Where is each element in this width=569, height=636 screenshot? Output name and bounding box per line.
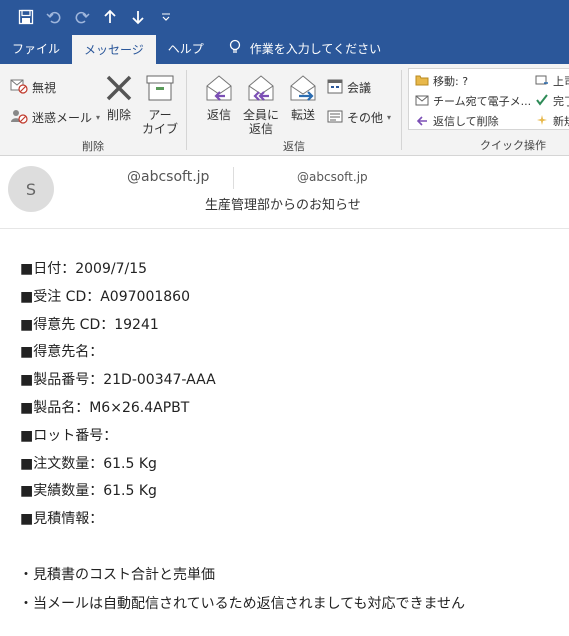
- quick-step-move[interactable]: 移動: ?: [415, 73, 468, 89]
- tell-me-box[interactable]: 作業を入力してください: [216, 33, 381, 64]
- ribbon-tab-bar: ファイル メッセージ ヘルプ 作業を入力してください: [0, 33, 569, 64]
- quick-step-manager[interactable]: 上司: [535, 73, 569, 89]
- delete-group: 無視 迷惑メール ▾ 削除 アー カイブ 削除: [0, 64, 186, 156]
- delete-group-label: 削除: [82, 140, 104, 153]
- reply-button[interactable]: 返信: [201, 72, 237, 122]
- ribbon: 無視 迷惑メール ▾ 削除 アー カイブ 削除 返信 全員に 返信 転送 会議 …: [0, 64, 569, 156]
- junk-label: 迷惑メール: [32, 111, 93, 125]
- reply-group-label: 返信: [283, 140, 305, 153]
- down-arrow-icon[interactable]: [124, 3, 152, 31]
- reply-all-label-1: 全員に: [242, 108, 279, 122]
- meeting-button[interactable]: 会議: [327, 78, 371, 97]
- body-line-actual-qty: ■実績数量：61.5 Kg: [20, 483, 157, 500]
- message-subject: 生産管理部からのお知らせ: [205, 198, 361, 213]
- ignore-icon: [10, 78, 28, 97]
- reply-all-label-2: 返信: [248, 122, 273, 136]
- quick-step-move-label: 移動: ?: [433, 75, 469, 88]
- body-line-product-number: ■製品番号：21D-00347-AAA: [20, 372, 216, 389]
- quick-step-done[interactable]: 完了: [535, 93, 569, 109]
- reply-all-icon: [245, 72, 277, 104]
- reply-icon: [203, 72, 235, 104]
- team-mail-icon: [415, 94, 429, 109]
- delete-button[interactable]: 削除: [102, 72, 136, 122]
- body-note-cost: ・見積書のコスト合計と売単価: [19, 566, 215, 583]
- customize-icon[interactable]: [152, 3, 180, 31]
- tab-file[interactable]: ファイル: [0, 33, 72, 64]
- quick-step-team-label: チーム宛て電子メ...: [433, 95, 532, 108]
- lightbulb-icon: [228, 39, 242, 58]
- body-line-estimate-info: ■見積情報：: [20, 511, 104, 528]
- reply-group: 返信 全員に 返信 転送 会議 その他 ▾ 返信: [187, 64, 401, 156]
- junk-button[interactable]: 迷惑メール ▾: [10, 108, 100, 127]
- tab-help[interactable]: ヘルプ: [156, 33, 216, 64]
- folder-icon: [415, 74, 429, 89]
- body-line-order-qty: ■注文数量：61.5 Kg: [20, 455, 157, 472]
- quick-step-reply-delete[interactable]: 返信して削除: [415, 113, 499, 129]
- chevron-down-icon: ▾: [387, 113, 392, 122]
- reply-label: 返信: [206, 108, 231, 122]
- body-line-date: ■日付：2009/7/15: [20, 261, 148, 277]
- body-line-customer-name: ■得意先名：: [20, 344, 104, 361]
- undo-icon[interactable]: [40, 3, 68, 31]
- message-header: S @abcsoft.jp @abcsoft.jp 生産管理部からのお知らせ: [0, 157, 569, 229]
- checkmark-icon: [535, 93, 549, 109]
- header-divider: [233, 167, 234, 189]
- archive-icon: [144, 72, 176, 104]
- tab-message[interactable]: メッセージ: [72, 35, 156, 64]
- forward-icon: [287, 72, 319, 104]
- ribbon-separator: [401, 70, 402, 150]
- delete-label: 削除: [106, 108, 131, 122]
- meeting-label: 会議: [347, 81, 372, 95]
- more-icon: [327, 108, 343, 127]
- quick-step-team[interactable]: チーム宛て電子メ...: [415, 93, 531, 109]
- quick-steps-label: クイック操作: [480, 139, 546, 152]
- title-bar: [0, 0, 569, 33]
- more-label: その他: [347, 111, 384, 125]
- archive-button[interactable]: アー カイブ: [140, 72, 180, 136]
- body-line-customer-cd: ■得意先 CD：19241: [20, 316, 159, 333]
- forward-label: 転送: [290, 108, 315, 122]
- chevron-down-icon: ▾: [96, 113, 101, 122]
- reply-all-button[interactable]: 全員に 返信: [241, 72, 281, 136]
- quick-steps-box: 移動: ? チーム宛て電子メ... 返信して削除 上司 完了: [408, 68, 569, 130]
- body-note-auto: ・当メールは自動配信されているため返信されましても対応できません: [19, 595, 466, 612]
- junk-icon: [10, 108, 28, 127]
- sparkle-icon: [535, 114, 549, 129]
- archive-label-2: カイブ: [141, 122, 178, 136]
- save-icon[interactable]: [12, 3, 40, 31]
- reply-delete-icon: [415, 114, 429, 129]
- calendar-icon: [327, 78, 343, 97]
- mail-arrow-icon: [535, 74, 549, 89]
- quick-step-new[interactable]: 新規: [535, 113, 569, 129]
- forward-button[interactable]: 転送: [285, 72, 321, 122]
- quick-step-manager-label: 上司: [553, 75, 569, 88]
- quick-step-done-label: 完了: [553, 95, 569, 108]
- quick-step-new-label: 新規: [553, 115, 569, 128]
- archive-label-1: アー: [148, 108, 172, 122]
- recipient-address[interactable]: @abcsoft.jp: [297, 170, 368, 184]
- up-arrow-icon[interactable]: [96, 3, 124, 31]
- sender-address[interactable]: @abcsoft.jp: [127, 169, 209, 185]
- body-line-product-name: ■製品名：M6×26.4APBT: [20, 399, 190, 416]
- quick-step-reply-delete-label: 返信して削除: [433, 115, 499, 128]
- ignore-label: 無視: [32, 81, 57, 95]
- tell-me-label: 作業を入力してください: [249, 42, 382, 56]
- message-body: ■日付：2009/7/15 ■受注 CD：A097001860 ■得意先 CD：…: [19, 256, 560, 619]
- more-button[interactable]: その他 ▾: [327, 108, 391, 127]
- ignore-button[interactable]: 無視: [10, 78, 56, 97]
- redo-icon[interactable]: [68, 3, 96, 31]
- body-line-lot-number: ■ロット番号：: [20, 427, 118, 444]
- sender-avatar[interactable]: S: [8, 166, 54, 212]
- body-line-order-cd: ■受注 CD：A097001860: [20, 288, 190, 305]
- delete-icon: [103, 72, 135, 104]
